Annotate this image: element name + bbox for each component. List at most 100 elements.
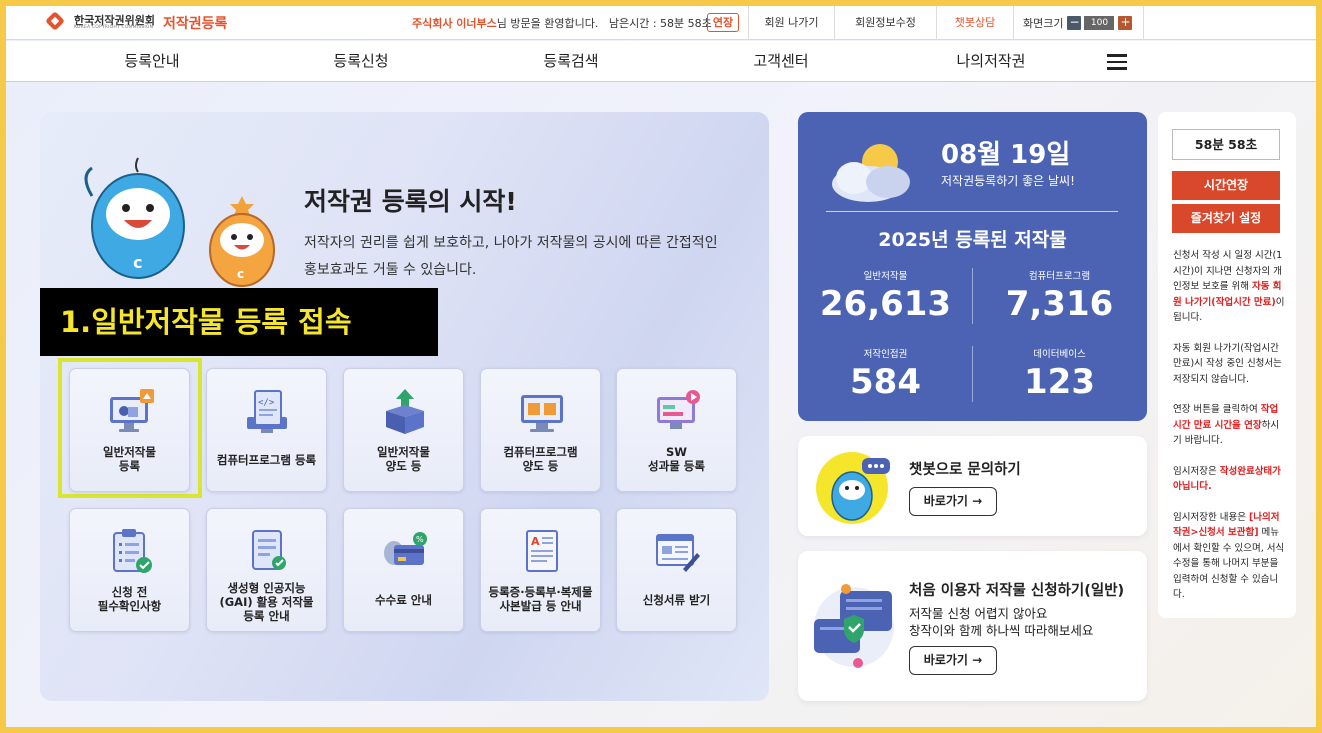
today-date: 08월 19일 — [941, 140, 1071, 170]
top-utility-bar: 한국저작권위원회 KOREA COPYRIGHT COMMISSION 저작권등… — [6, 6, 1316, 40]
first-user-card-title: 처음 이용자 저작물 신청하기(일반) — [909, 583, 1125, 599]
nav-item-apply[interactable]: 등록신청 — [301, 41, 421, 82]
extend-time-button[interactable]: 연장 — [707, 13, 739, 32]
monitor-art-icon — [110, 389, 154, 432]
stat-label: 컴퓨터프로그램 — [1028, 271, 1091, 282]
stat-value: 7,316 — [1005, 284, 1114, 324]
tile-certificate-guide[interactable]: A 등록증·등록부·복제물 사본발급 등 안내 — [480, 508, 601, 632]
zoom-value: 100 — [1084, 16, 1115, 30]
nav-item-support[interactable]: 고객센터 — [721, 41, 841, 82]
tile-label: 등록증·등록부·복제물 사본발급 등 안내 — [488, 585, 593, 613]
session-notes: 신청서 작성 시 일정 시간(1시간)이 지나면 신청자의 개인정보 보호를 위… — [1173, 248, 1285, 618]
tile-label: 컴퓨터프로그램 등록 — [216, 453, 317, 467]
chatbot-mascot-icon — [816, 452, 890, 524]
mascot-orange-icon: c — [209, 196, 275, 287]
registration-stats-panel: 08월 19일 저작권등록하기 좋은 날씨! 2025년 등록된 저작물 일반저… — [798, 112, 1147, 421]
stats-divider — [826, 211, 1118, 212]
today-message: 저작권등록하기 좋은 날씨! — [941, 174, 1075, 188]
tile-gai-guide[interactable]: 생성형 인공지능 (GAI) 활용 저작물 등록 안내 — [206, 508, 327, 632]
tile-general-work-transfer[interactable]: 일반저작물 양도 등 — [343, 368, 464, 492]
stat-label: 저작인접권 — [863, 349, 908, 360]
note-text: 연장 버튼을 클릭하여 — [1173, 404, 1261, 415]
hero-title: 저작권 등록의 시작! — [304, 187, 517, 216]
tile-label: 컴퓨터프로그램 양도 등 — [503, 445, 578, 473]
welcome-company: 주식회사 이너부스 — [412, 17, 497, 30]
monitor-folders-icon — [521, 395, 563, 432]
payment-card-icon: % — [384, 532, 427, 565]
code-document-icon: </> — [247, 390, 287, 433]
stat-computer-programs: 컴퓨터프로그램 7,316 — [972, 268, 1147, 324]
stat-value: 584 — [850, 362, 921, 402]
time-extend-button[interactable]: 시간연장 — [1172, 171, 1280, 200]
favorite-setting-button[interactable]: 즐겨찾기 설정 — [1172, 204, 1280, 233]
welcome-suffix: 님 방문을 환영합니다. — [496, 17, 599, 30]
first-user-card: 처음 이용자 저작물 신청하기(일반) 저작물 신청 어렵지 않아요 창작이와 … — [798, 551, 1147, 701]
tile-fee-guide[interactable]: % 수수료 안내 — [343, 508, 464, 632]
logo-english-name: KOREA COPYRIGHT COMMISSION — [74, 25, 154, 31]
stat-divider — [972, 346, 973, 402]
weather-cloud-sun-icon — [832, 144, 910, 202]
tile-label: 일반저작물 등록 — [103, 445, 156, 473]
member-info-link[interactable]: 회원정보수정 — [834, 6, 936, 40]
tile-sw-result-register[interactable]: SW 성과물 등록 — [616, 368, 737, 492]
tile-label: 신청서류 받기 — [642, 593, 711, 607]
stat-neighboring-rights: 저작인접권 584 — [798, 346, 973, 402]
chatbot-link[interactable]: 챗봇상담 — [936, 6, 1013, 40]
site-logo[interactable]: 한국저작권위원회 KOREA COPYRIGHT COMMISSION 저작권등… — [45, 11, 228, 34]
tile-label: 수수료 안내 — [375, 593, 432, 607]
clipboard-check-icon — [113, 529, 152, 573]
certificate-icon: A — [526, 530, 558, 572]
stat-divider — [972, 268, 973, 324]
session-side-panel: 58분 58초 시간연장 즐겨찾기 설정 신청서 작성 시 일정 시간(1시간)… — [1158, 112, 1296, 618]
ai-document-icon — [252, 530, 286, 570]
chatbot-card-title: 챗봇으로 문의하기 — [909, 462, 1021, 478]
tile-general-work-register[interactable]: 일반저작물 등록 — [69, 368, 190, 492]
first-user-go-button[interactable]: 바로가기 → — [909, 646, 997, 675]
zoom-label: 화면크기 — [1023, 17, 1064, 30]
stat-databases: 데이터베이스 123 — [972, 346, 1147, 402]
tile-label: 신청 전 필수확인사항 — [97, 585, 162, 613]
first-user-guide-icon — [814, 584, 894, 668]
zoom-control: 화면크기 − 100 + — [1013, 6, 1144, 40]
service-name: 저작권등록 — [162, 16, 228, 32]
menu-hamburger-icon[interactable] — [1107, 54, 1127, 70]
nav-item-search[interactable]: 등록검색 — [511, 41, 631, 82]
stat-value: 26,613 — [819, 284, 952, 324]
mascot-blue-icon: c — [84, 157, 185, 279]
logout-link[interactable]: 회원 나가기 — [748, 6, 834, 40]
main-navigation: 등록안내 등록신청 등록검색 고객센터 나의저작권 — [6, 41, 1316, 82]
tile-label: SW 성과물 등록 — [648, 445, 705, 473]
welcome-message: 주식회사 이너부스님 방문을 환영합니다. 남은시간 : 58분 58초 — [412, 15, 712, 31]
svg-text:</>: </> — [258, 398, 275, 408]
stat-label: 데이터베이스 — [1033, 349, 1086, 360]
logo-mark-icon — [45, 11, 68, 34]
tile-pre-check[interactable]: 신청 전 필수확인사항 — [69, 508, 190, 632]
stats-year-title: 2025년 등록된 저작물 — [878, 229, 1067, 251]
remaining-time: 남은시간 : 58분 58초 — [608, 17, 712, 30]
tile-label: 생성형 인공지능 (GAI) 활용 저작물 등록 안내 — [219, 581, 314, 623]
tile-computer-program-transfer[interactable]: 컴퓨터프로그램 양도 등 — [480, 368, 601, 492]
svg-text:c: c — [237, 267, 244, 281]
chatbot-go-button[interactable]: 바로가기 → — [909, 487, 997, 516]
note-text: 임시저장은 — [1173, 465, 1220, 477]
note-text: 임시저장한 내용은 — [1173, 511, 1249, 523]
tile-form-download[interactable]: 신청서류 받기 — [616, 508, 737, 632]
hero-description: 저작자의 권리를 쉽게 보호하고, 나아가 저작물의 공시에 따른 간접적인 홍… — [304, 235, 718, 278]
tile-computer-program-register[interactable]: </> 컴퓨터프로그램 등록 — [206, 368, 327, 492]
first-user-line2: 창작이와 함께 하나씩 따라해보세요 — [909, 623, 1094, 638]
page-frame: 한국저작권위원회 KOREA COPYRIGHT COMMISSION 저작권등… — [6, 6, 1316, 727]
svg-text:%: % — [416, 535, 424, 544]
step-banner: 1.일반저작물 등록 접속 — [40, 288, 438, 356]
nav-item-guide[interactable]: 등록안내 — [92, 41, 212, 82]
stat-value: 123 — [1024, 362, 1095, 402]
first-user-line1: 저작물 신청 어렵지 않아요 — [909, 606, 1048, 621]
nav-item-my-copyright[interactable]: 나의저작권 — [931, 41, 1051, 82]
zoom-in-button[interactable]: + — [1118, 16, 1133, 30]
tile-label: 일반저작물 양도 등 — [377, 445, 430, 473]
stat-general-works: 일반저작물 26,613 — [798, 268, 973, 324]
zoom-out-button[interactable]: − — [1067, 16, 1082, 30]
svg-text:A: A — [531, 535, 540, 548]
svg-text:c: c — [133, 253, 142, 272]
box-upload-icon — [386, 389, 424, 434]
note-text: 자동 회원 나가기(작업시간 만료)시 작성 중인 신청서는 저장되지 않습니다… — [1173, 342, 1282, 385]
